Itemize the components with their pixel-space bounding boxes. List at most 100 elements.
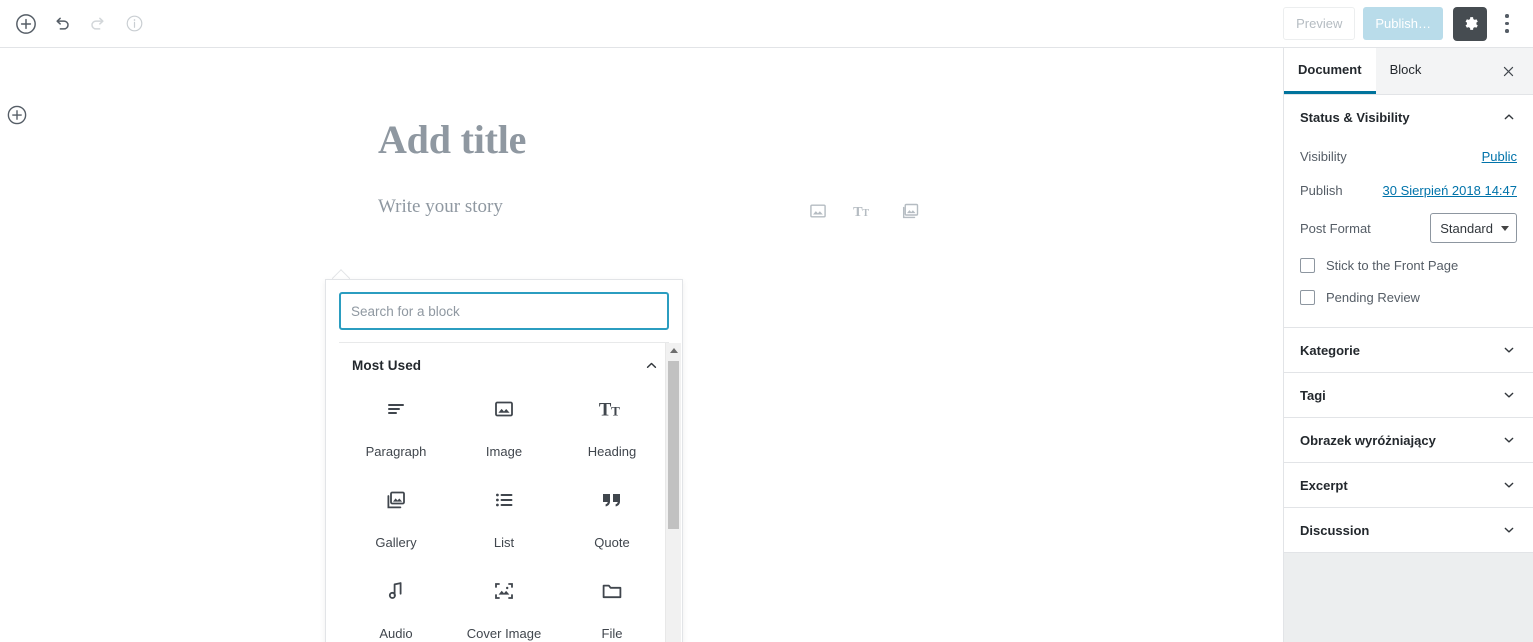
post-format-value: Standard bbox=[1440, 220, 1493, 236]
inserter-scrollbar[interactable] bbox=[665, 343, 681, 642]
pending-review-label: Pending Review bbox=[1326, 289, 1420, 305]
chevron-down-icon bbox=[1501, 477, 1517, 493]
panel-status-visibility-header[interactable]: Status & Visibility bbox=[1284, 95, 1533, 139]
publish-date-link[interactable]: 30 Sierpień 2018 14:47 bbox=[1383, 183, 1517, 198]
toolbar-left-group bbox=[8, 0, 152, 47]
block-type-image[interactable]: Image bbox=[450, 390, 558, 461]
block-type-quote[interactable]: Quote bbox=[558, 481, 666, 552]
settings-sidebar: Document Block Status & Visibility Visib… bbox=[1283, 48, 1533, 642]
audio-icon bbox=[384, 578, 408, 604]
plus-circle-icon bbox=[16, 13, 36, 34]
add-block-button[interactable] bbox=[8, 6, 44, 42]
sidebar-tabs: Document Block bbox=[1284, 48, 1533, 95]
quick-insert-image-button[interactable] bbox=[805, 198, 831, 224]
svg-text:T: T bbox=[599, 400, 612, 421]
block-type-file[interactable]: File bbox=[558, 572, 666, 642]
sticky-checkbox[interactable] bbox=[1300, 257, 1315, 273]
panel-title: Discussion bbox=[1300, 522, 1370, 538]
content-info-button[interactable] bbox=[116, 6, 152, 42]
panel-title: Obrazek wyróżniający bbox=[1300, 432, 1436, 448]
pending-review-checkbox-row[interactable]: Pending Review bbox=[1300, 281, 1517, 313]
chevron-up-icon bbox=[643, 357, 660, 374]
file-folder-icon bbox=[600, 578, 624, 604]
sticky-checkbox-row[interactable]: Stick to the Front Page bbox=[1300, 249, 1517, 281]
panel-status-visibility: Status & Visibility Visibility Public Pu… bbox=[1284, 95, 1533, 328]
block-type-label: List bbox=[493, 535, 515, 550]
visibility-value-link[interactable]: Public bbox=[1482, 149, 1517, 164]
block-type-label: Paragraph bbox=[365, 444, 427, 459]
close-icon bbox=[1503, 66, 1513, 76]
gutenberg-editor: Preview Publish… Add title Write your st… bbox=[0, 0, 1533, 642]
panel-title: Kategorie bbox=[1300, 342, 1360, 358]
block-type-heading[interactable]: T T Heading bbox=[558, 390, 666, 461]
block-type-label: Audio bbox=[379, 626, 413, 641]
inserter-search-wrap bbox=[326, 280, 682, 330]
block-search-input[interactable] bbox=[339, 292, 669, 330]
post-format-row: Post Format Standard bbox=[1300, 207, 1517, 249]
post-format-select[interactable]: Standard bbox=[1430, 213, 1517, 243]
inserter-section-most-used[interactable]: Most Used bbox=[326, 343, 682, 384]
post-title-input[interactable]: Add title bbox=[378, 116, 526, 163]
publish-label: Publish bbox=[1300, 182, 1343, 198]
panel-title: Status & Visibility bbox=[1300, 109, 1410, 125]
visibility-row: Visibility Public bbox=[1300, 139, 1517, 173]
info-circle-icon bbox=[126, 15, 142, 32]
panel-excerpt-header[interactable]: Excerpt bbox=[1284, 463, 1533, 507]
block-type-cover-image[interactable]: Cover Image bbox=[450, 572, 558, 642]
undo-button[interactable] bbox=[44, 6, 80, 42]
block-type-grid: Paragraph Image T T Heading Gallery List… bbox=[326, 384, 682, 642]
tab-block[interactable]: Block bbox=[1376, 48, 1436, 94]
block-inserter-popover: Most Used Paragraph bbox=[325, 279, 683, 642]
gallery-icon bbox=[384, 487, 408, 513]
panel-tagi: Tagi bbox=[1284, 373, 1533, 418]
scroll-up-button[interactable] bbox=[666, 343, 681, 358]
redo-icon bbox=[91, 17, 104, 30]
panel-excerpt: Excerpt bbox=[1284, 463, 1533, 508]
block-type-label: Heading bbox=[587, 444, 637, 459]
chevron-down-icon bbox=[1501, 342, 1517, 358]
publish-button[interactable]: Publish… bbox=[1363, 7, 1443, 40]
image-icon bbox=[810, 204, 826, 218]
editor-toolbar: Preview Publish… bbox=[0, 0, 1533, 48]
panel-obrazek-wyrozniajacy: Obrazek wyróżniający bbox=[1284, 418, 1533, 463]
scrollbar-thumb[interactable] bbox=[668, 361, 679, 529]
more-menu-button[interactable] bbox=[1491, 7, 1523, 41]
plus-circle-icon bbox=[7, 105, 27, 125]
paragraph-placeholder[interactable]: Write your story bbox=[378, 196, 503, 218]
block-type-paragraph[interactable]: Paragraph bbox=[342, 390, 450, 461]
panel-obrazek-header[interactable]: Obrazek wyróżniający bbox=[1284, 418, 1533, 462]
close-sidebar-button[interactable] bbox=[1491, 48, 1525, 94]
editor-canvas: Add title Write your story T T Search fo… bbox=[0, 48, 1283, 642]
panel-kategorie: Kategorie bbox=[1284, 328, 1533, 373]
svg-text:T: T bbox=[862, 208, 869, 219]
panel-kategorie-header[interactable]: Kategorie bbox=[1284, 328, 1533, 372]
quick-insert-gallery-button[interactable] bbox=[897, 198, 923, 224]
panel-title: Excerpt bbox=[1300, 477, 1348, 493]
panel-discussion-header[interactable]: Discussion bbox=[1284, 508, 1533, 552]
paragraph-icon bbox=[384, 396, 408, 422]
quick-insert-group: T T bbox=[805, 198, 923, 224]
panel-status-visibility-body: Visibility Public Publish 30 Sierpień 20… bbox=[1284, 139, 1533, 327]
redo-button bbox=[80, 6, 116, 42]
pending-review-checkbox[interactable] bbox=[1300, 289, 1315, 305]
block-type-audio[interactable]: Audio bbox=[342, 572, 450, 642]
ellipsis-vertical-icon bbox=[1505, 12, 1509, 35]
chevron-up-icon bbox=[1501, 109, 1517, 125]
settings-toggle-button[interactable] bbox=[1453, 6, 1487, 41]
quote-icon bbox=[599, 487, 625, 513]
image-icon bbox=[492, 396, 516, 422]
chevron-down-icon bbox=[1501, 225, 1509, 231]
visibility-label: Visibility bbox=[1300, 148, 1347, 164]
preview-button[interactable]: Preview bbox=[1283, 7, 1356, 40]
heading-icon: T T bbox=[853, 204, 869, 220]
block-inserter-toggle[interactable] bbox=[0, 98, 34, 132]
block-type-gallery[interactable]: Gallery bbox=[342, 481, 450, 552]
publish-row: Publish 30 Sierpień 2018 14:47 bbox=[1300, 173, 1517, 207]
block-type-label: Gallery bbox=[375, 535, 417, 550]
block-type-list[interactable]: List bbox=[450, 481, 558, 552]
tab-document[interactable]: Document bbox=[1284, 48, 1376, 94]
triangle-up-icon bbox=[669, 348, 678, 353]
panel-tagi-header[interactable]: Tagi bbox=[1284, 373, 1533, 417]
quick-insert-heading-button[interactable]: T T bbox=[851, 198, 877, 224]
block-type-label: File bbox=[601, 626, 623, 641]
